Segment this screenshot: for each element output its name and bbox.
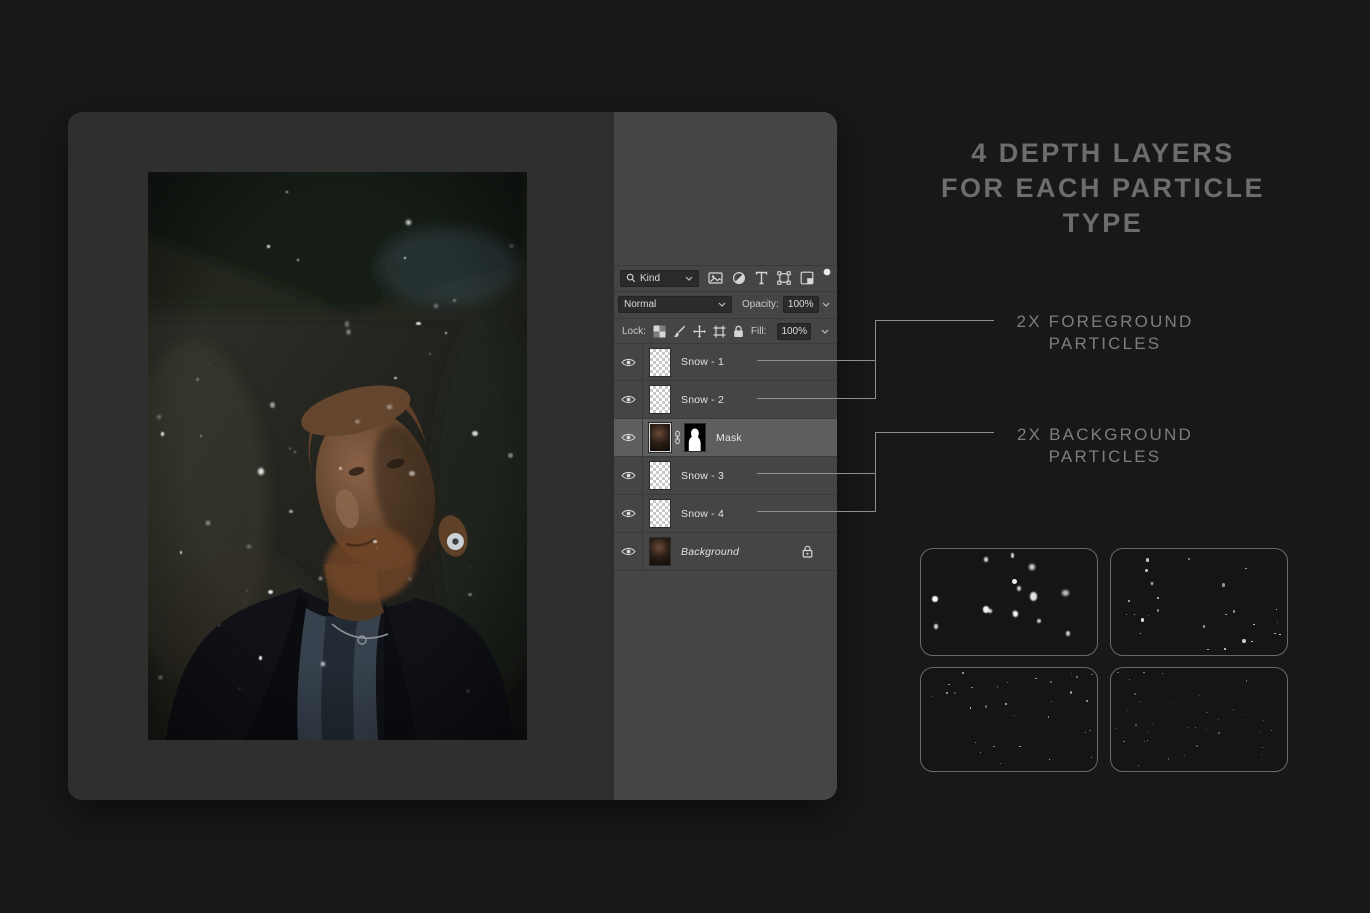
page-title-line: TYPE: [880, 206, 1326, 241]
shape-layer-filter-icon[interactable]: [777, 271, 791, 285]
smart-object-filter-icon[interactable]: [800, 271, 814, 285]
connector-line-background-label: [875, 432, 994, 433]
layer-row-snow-2[interactable]: Snow - 2: [614, 381, 837, 419]
visibility-eye-icon[interactable]: [614, 495, 643, 532]
callout-line: PARTICLES: [955, 333, 1255, 355]
lock-fill-row: Lock: Fill: 100%: [614, 318, 837, 343]
fill-field[interactable]: 100%: [777, 323, 811, 340]
callout-line: 2X BACKGROUND: [955, 424, 1255, 446]
opacity-field[interactable]: 100%: [783, 296, 819, 313]
portrait-illustration: [148, 172, 527, 740]
lock-label: Lock:: [622, 326, 646, 337]
connector-line-snow-4: [757, 511, 875, 512]
layer-thumbnail-transparent[interactable]: [649, 499, 671, 528]
connector-line-background-vertical: [875, 432, 876, 512]
connector-line-foreground-label: [875, 320, 994, 321]
filter-toggle-icon[interactable]: [823, 268, 831, 276]
connector-line-snow-1: [757, 360, 875, 361]
layer-name: Snow - 1: [681, 356, 724, 368]
preview-box-foreground-2: [1110, 548, 1288, 656]
lock-image-pixels-brush-icon[interactable]: [673, 325, 686, 338]
callout-line: PARTICLES: [955, 446, 1255, 468]
layers-panel: Kind: [614, 112, 837, 800]
layer-row-snow-3[interactable]: Snow - 3: [614, 457, 837, 495]
layer-thumbnail-transparent[interactable]: [649, 385, 671, 414]
filter-kind-dropdown[interactable]: Kind: [620, 270, 699, 287]
fill-label: Fill:: [751, 326, 767, 337]
search-icon: [626, 273, 636, 283]
canvas-area: [68, 112, 614, 800]
foreground-particles-label: 2X FOREGROUND PARTICLES: [955, 311, 1255, 355]
chevron-down-icon: [718, 302, 726, 307]
type-layer-filter-icon[interactable]: [755, 271, 768, 285]
connector-line-snow-3: [757, 473, 875, 474]
page-background: Kind: [0, 0, 1370, 913]
layer-name: Mask: [716, 432, 742, 444]
layer-row-mask[interactable]: Mask: [614, 419, 837, 457]
blend-opacity-row: Normal Opacity: 100%: [614, 291, 837, 317]
preview-box-background-1: [920, 667, 1098, 772]
pixel-layer-filter-icon[interactable]: [708, 271, 723, 285]
connector-line-foreground-vertical: [875, 320, 876, 399]
layer-mask-thumbnail[interactable]: [684, 423, 706, 452]
visibility-eye-icon[interactable]: [614, 533, 643, 570]
visibility-eye-icon[interactable]: [614, 457, 643, 494]
layer-row-snow-4[interactable]: Snow - 4: [614, 495, 837, 533]
layer-filter-bar: Kind: [614, 265, 837, 290]
layer-row-snow-1[interactable]: Snow - 1: [614, 343, 837, 381]
lock-all-padlock-icon[interactable]: [733, 325, 744, 338]
opacity-chevron-button[interactable]: [822, 302, 830, 307]
fill-value: 100%: [781, 326, 807, 337]
preview-box-foreground-1: [920, 548, 1098, 656]
mask-link-chain-icon[interactable]: [671, 430, 684, 445]
visibility-eye-icon[interactable]: [614, 381, 643, 418]
page-title-line: 4 DEPTH LAYERS: [880, 136, 1326, 171]
filter-kind-label: Kind: [640, 273, 660, 284]
adjustment-layer-filter-icon[interactable]: [732, 271, 746, 285]
layer-name: Snow - 3: [681, 470, 724, 482]
lock-transparent-pixels-icon[interactable]: [653, 325, 666, 338]
page-title: 4 DEPTH LAYERS FOR EACH PARTICLE TYPE: [880, 136, 1326, 241]
preview-box-background-2: [1110, 667, 1288, 772]
layer-name: Snow - 2: [681, 394, 724, 406]
visibility-eye-icon[interactable]: [614, 419, 643, 456]
page-title-line: FOR EACH PARTICLE: [880, 171, 1326, 206]
opacity-label: Opacity:: [742, 299, 779, 310]
layer-thumbnail-transparent[interactable]: [649, 461, 671, 490]
lock-artboard-nesting-icon[interactable]: [713, 325, 726, 338]
callout-line: 2X FOREGROUND: [955, 311, 1255, 333]
blend-mode-dropdown[interactable]: Normal: [618, 296, 732, 313]
layer-list: Snow - 1 Snow - 2: [614, 343, 837, 571]
layer-thumbnail-photo[interactable]: [649, 423, 671, 452]
blend-mode-value: Normal: [624, 299, 656, 310]
layer-thumbnail-transparent[interactable]: [649, 348, 671, 377]
background-particles-label: 2X BACKGROUND PARTICLES: [955, 424, 1255, 468]
layer-name: Snow - 4: [681, 508, 724, 520]
chevron-down-icon: [685, 276, 693, 281]
connector-line-snow-2: [757, 398, 875, 399]
layer-name: Background: [681, 546, 739, 558]
opacity-value: 100%: [788, 299, 814, 310]
lock-position-move-icon[interactable]: [693, 325, 706, 338]
layer-thumbnail-photo[interactable]: [649, 537, 671, 566]
portrait-photo: [148, 172, 527, 740]
layer-row-background[interactable]: Background: [614, 533, 837, 571]
fill-chevron-button[interactable]: [821, 329, 829, 334]
background-lock-icon: [802, 545, 813, 558]
visibility-eye-icon[interactable]: [614, 344, 643, 380]
mockup-window: Kind: [68, 112, 837, 800]
